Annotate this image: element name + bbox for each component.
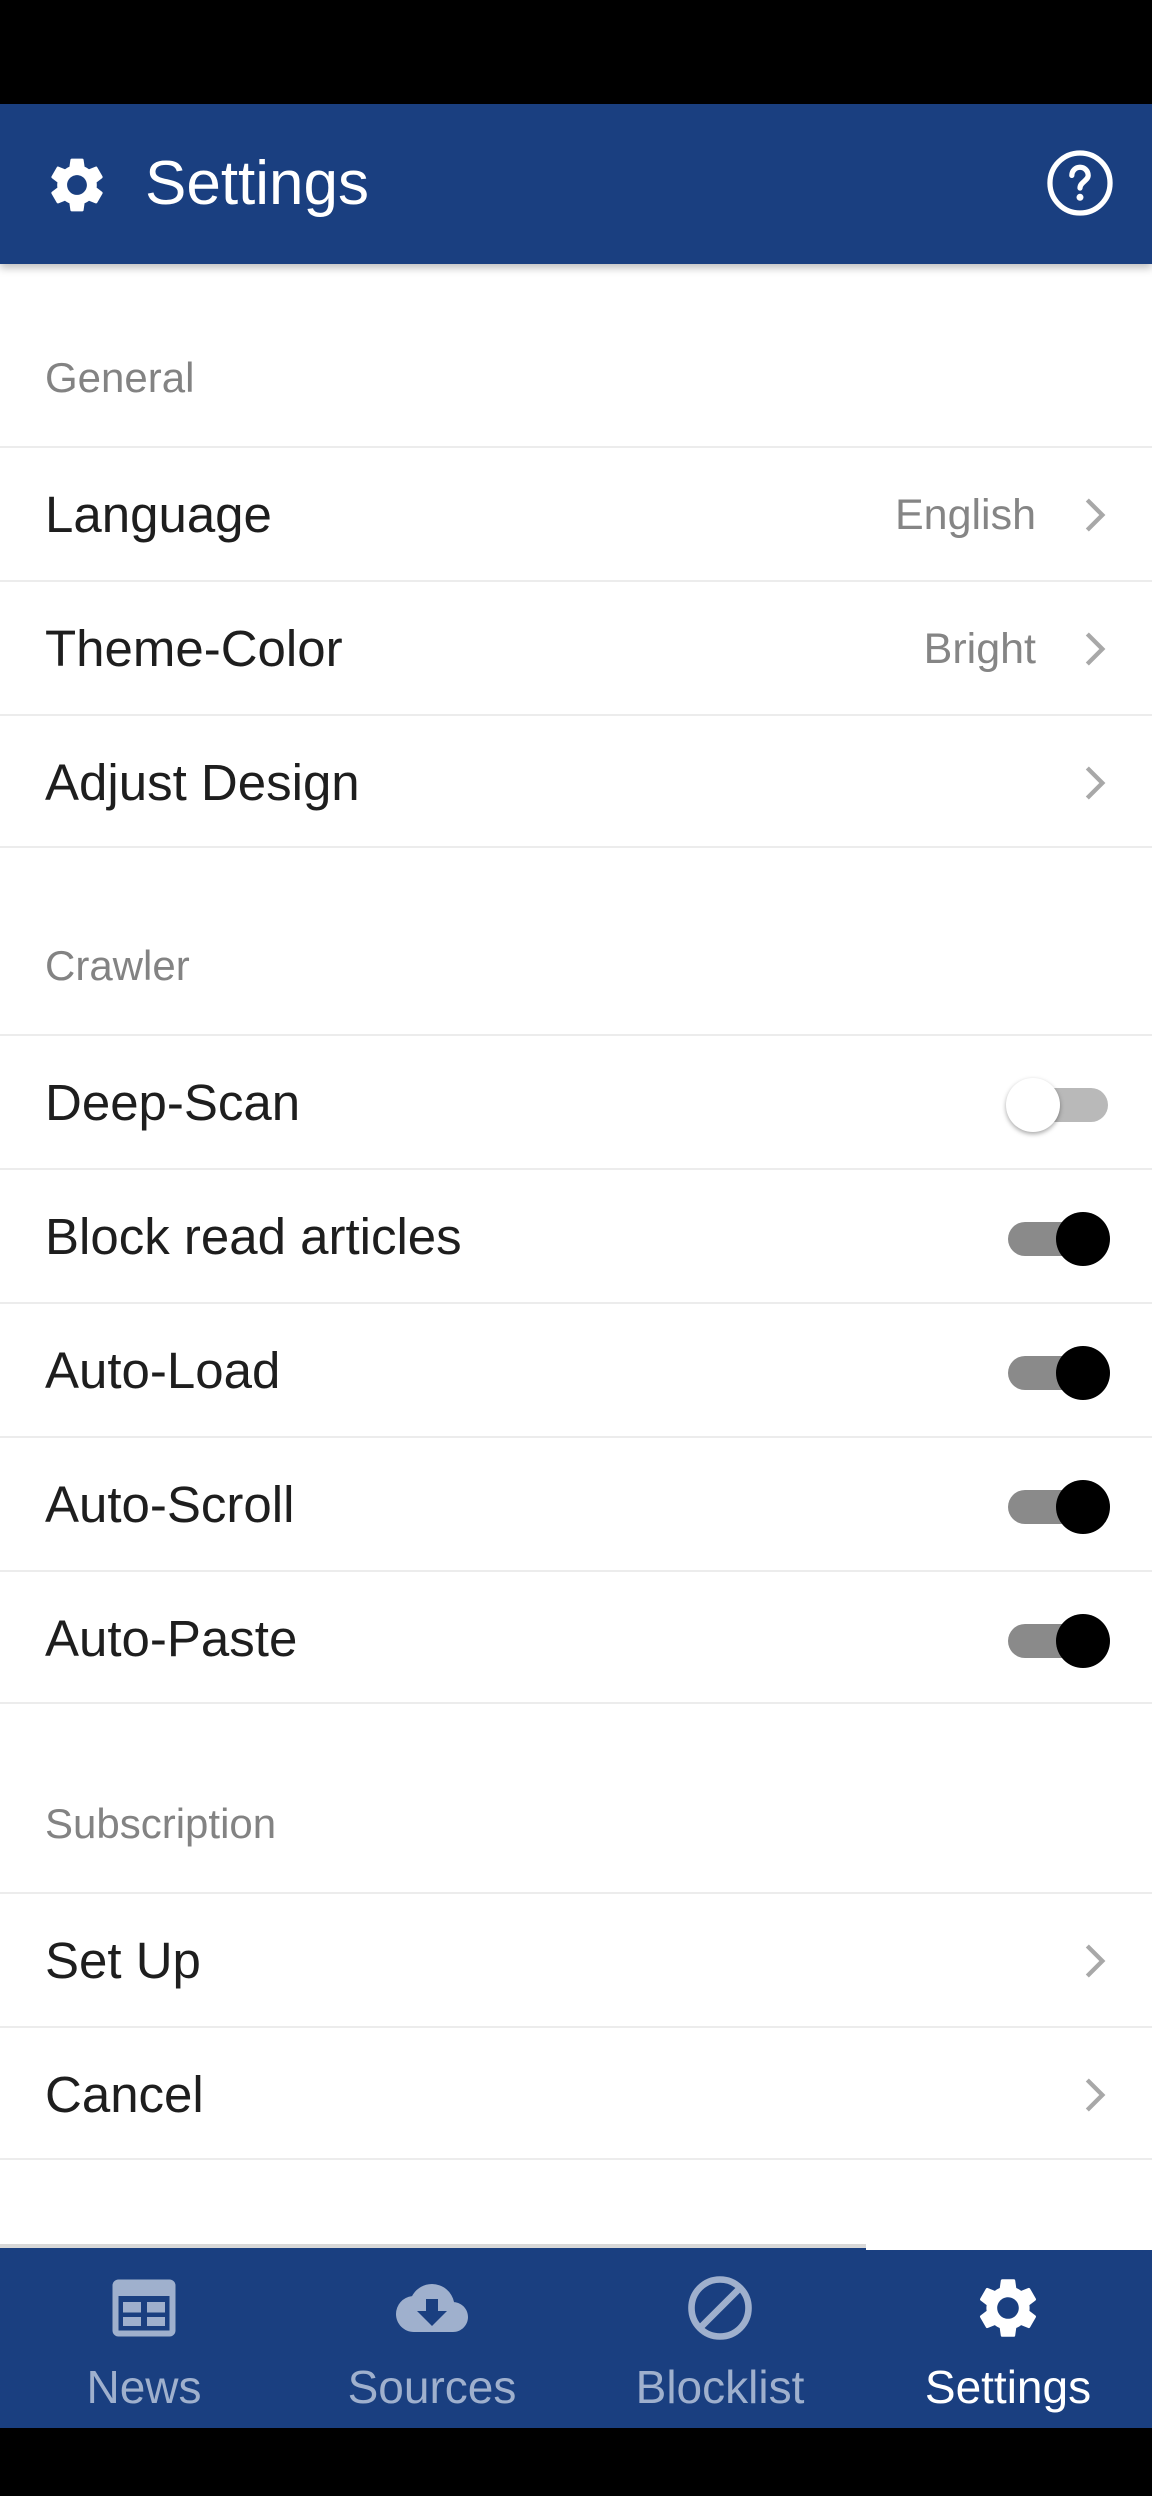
deep-scan-row: Deep-Scan bbox=[0, 1034, 1152, 1168]
set-up-label: Set Up bbox=[45, 1932, 201, 1989]
auto-scroll-label: Auto-Scroll bbox=[45, 1476, 295, 1533]
chevron-right-icon bbox=[1085, 1944, 1106, 1978]
nav-item-sources[interactable]: Sources bbox=[288, 2248, 576, 2428]
deep-scan-label: Deep-Scan bbox=[45, 1074, 301, 1131]
help-button[interactable] bbox=[1045, 148, 1115, 218]
gear-icon bbox=[979, 2279, 1037, 2337]
nav-item-settings[interactable]: Settings bbox=[864, 2248, 1152, 2428]
toggle-knob bbox=[1056, 1614, 1110, 1668]
block-icon bbox=[688, 2276, 752, 2340]
chevron-right-icon bbox=[1085, 766, 1106, 800]
block-read-articles-toggle[interactable] bbox=[1006, 1210, 1110, 1266]
toggle-knob bbox=[1006, 1078, 1060, 1132]
auto-load-toggle[interactable] bbox=[1006, 1344, 1110, 1400]
chevron-right-icon bbox=[1085, 498, 1106, 532]
set-up-row[interactable]: Set Up bbox=[0, 1892, 1152, 2026]
nav-label-news: News bbox=[86, 2361, 202, 2413]
section-header-general: General bbox=[45, 354, 195, 401]
gear-icon bbox=[51, 158, 103, 212]
deep-scan-toggle[interactable] bbox=[1006, 1076, 1110, 1132]
nav-label-sources: Sources bbox=[347, 2361, 517, 2413]
app-bar: Settings bbox=[0, 104, 1152, 264]
newspaper-icon bbox=[112, 2279, 176, 2337]
cancel-label: Cancel bbox=[45, 2066, 204, 2123]
status-bar bbox=[0, 0, 1152, 104]
system-navigation-bar bbox=[0, 2428, 1152, 2496]
bottom-navigation: News Sources Blocklist Settings bbox=[0, 2244, 1152, 2428]
auto-paste-label: Auto-Paste bbox=[45, 1610, 298, 1667]
block-read-articles-row: Block read articles bbox=[0, 1168, 1152, 1302]
toggle-knob bbox=[1056, 1212, 1110, 1266]
theme-color-value: Bright bbox=[923, 625, 1036, 673]
nav-item-news[interactable]: News bbox=[0, 2248, 288, 2428]
section-header-subscription: Subscription bbox=[45, 1800, 277, 1847]
settings-list: General Language English Theme-Color Bri… bbox=[0, 264, 1152, 2244]
nav-item-blocklist[interactable]: Blocklist bbox=[576, 2248, 864, 2428]
cancel-subscription-row[interactable]: Cancel bbox=[0, 2026, 1152, 2160]
adjust-design-label: Adjust Design bbox=[45, 754, 360, 811]
nav-label-settings: Settings bbox=[924, 2361, 1092, 2413]
auto-scroll-row: Auto-Scroll bbox=[0, 1436, 1152, 1570]
toggle-knob bbox=[1056, 1346, 1110, 1400]
block-read-articles-label: Block read articles bbox=[45, 1208, 462, 1265]
language-label: Language bbox=[45, 486, 272, 543]
cloud-download-icon bbox=[396, 2284, 468, 2332]
auto-load-row: Auto-Load bbox=[0, 1302, 1152, 1436]
auto-scroll-toggle[interactable] bbox=[1006, 1478, 1110, 1534]
theme-color-row[interactable]: Theme-Color Bright bbox=[0, 580, 1152, 714]
language-value: English bbox=[894, 491, 1036, 539]
page-title: Settings bbox=[145, 149, 370, 218]
language-row[interactable]: Language English bbox=[0, 446, 1152, 580]
auto-paste-row: Auto-Paste bbox=[0, 1570, 1152, 1704]
chevron-right-icon bbox=[1085, 2078, 1106, 2112]
auto-load-label: Auto-Load bbox=[45, 1342, 281, 1399]
auto-paste-toggle[interactable] bbox=[1006, 1612, 1110, 1668]
chevron-right-icon bbox=[1085, 632, 1106, 666]
nav-label-blocklist: Blocklist bbox=[635, 2361, 805, 2413]
theme-color-label: Theme-Color bbox=[45, 620, 343, 677]
toggle-knob bbox=[1056, 1480, 1110, 1534]
help-icon bbox=[1047, 150, 1113, 216]
adjust-design-row[interactable]: Adjust Design bbox=[0, 714, 1152, 848]
section-header-crawler: Crawler bbox=[45, 942, 190, 989]
